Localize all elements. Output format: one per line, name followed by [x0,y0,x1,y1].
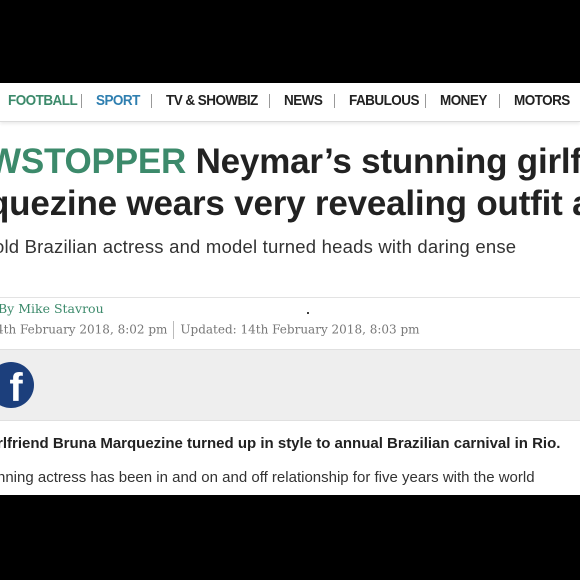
nav-separator [269,94,270,108]
date-separator [173,321,175,339]
updated-date: Updated: 14th February 2018, 8:03 pm [180,322,420,337]
nav-separator [425,94,426,108]
nav-motors[interactable]: MOTORS [514,92,570,109]
nav-news[interactable]: NEWS [284,92,323,109]
section-nav: FOOTBALL SPORT TV & SHOWBIZ NEWS FABULOU… [0,83,580,122]
nav-tv-showbiz[interactable]: TV & SHOWBIZ [166,92,258,109]
nav-sport[interactable]: SPORT [96,92,140,109]
article-subheadline: old Brazilian actress and model turned h… [0,236,517,257]
headline-line-1: WSTOPPER Neymar’s stunning girlfri [0,141,580,183]
nav-separator [81,94,82,108]
nav-money[interactable]: MONEY [440,92,487,109]
article-page: FOOTBALL SPORT TV & SHOWBIZ NEWS FABULOU… [0,83,580,495]
article-dates: 4th February 2018, 8:02 pm Updated: 14th … [0,321,420,339]
facebook-letter: f [9,366,23,410]
divider [0,297,580,298]
facebook-icon[interactable]: f [0,362,34,410]
article-headline: WSTOPPER Neymar’s stunning girlfri quezi… [0,141,580,225]
nav-fabulous[interactable]: FABULOUS [349,92,419,109]
nav-separator [151,94,152,108]
dot [307,312,309,314]
nav-football[interactable]: FOOTBALL [8,92,78,109]
share-bar: f [0,349,580,421]
article-body: nning actress has been in and on and off… [0,469,535,486]
nav-separator [499,94,500,108]
headline-line-2: quezine wears very revealing outfit at [0,184,580,223]
published-date: 4th February 2018, 8:02 pm [0,322,168,337]
headline-kicker: WSTOPPER [0,142,187,181]
article-lead: rlfriend Bruna Marquezine turned up in s… [0,435,561,452]
author-byline[interactable]: By Mike Stavrou [0,301,104,316]
headline-text-1: Neymar’s stunning girlfri [195,142,580,181]
nav-separator [334,94,335,108]
